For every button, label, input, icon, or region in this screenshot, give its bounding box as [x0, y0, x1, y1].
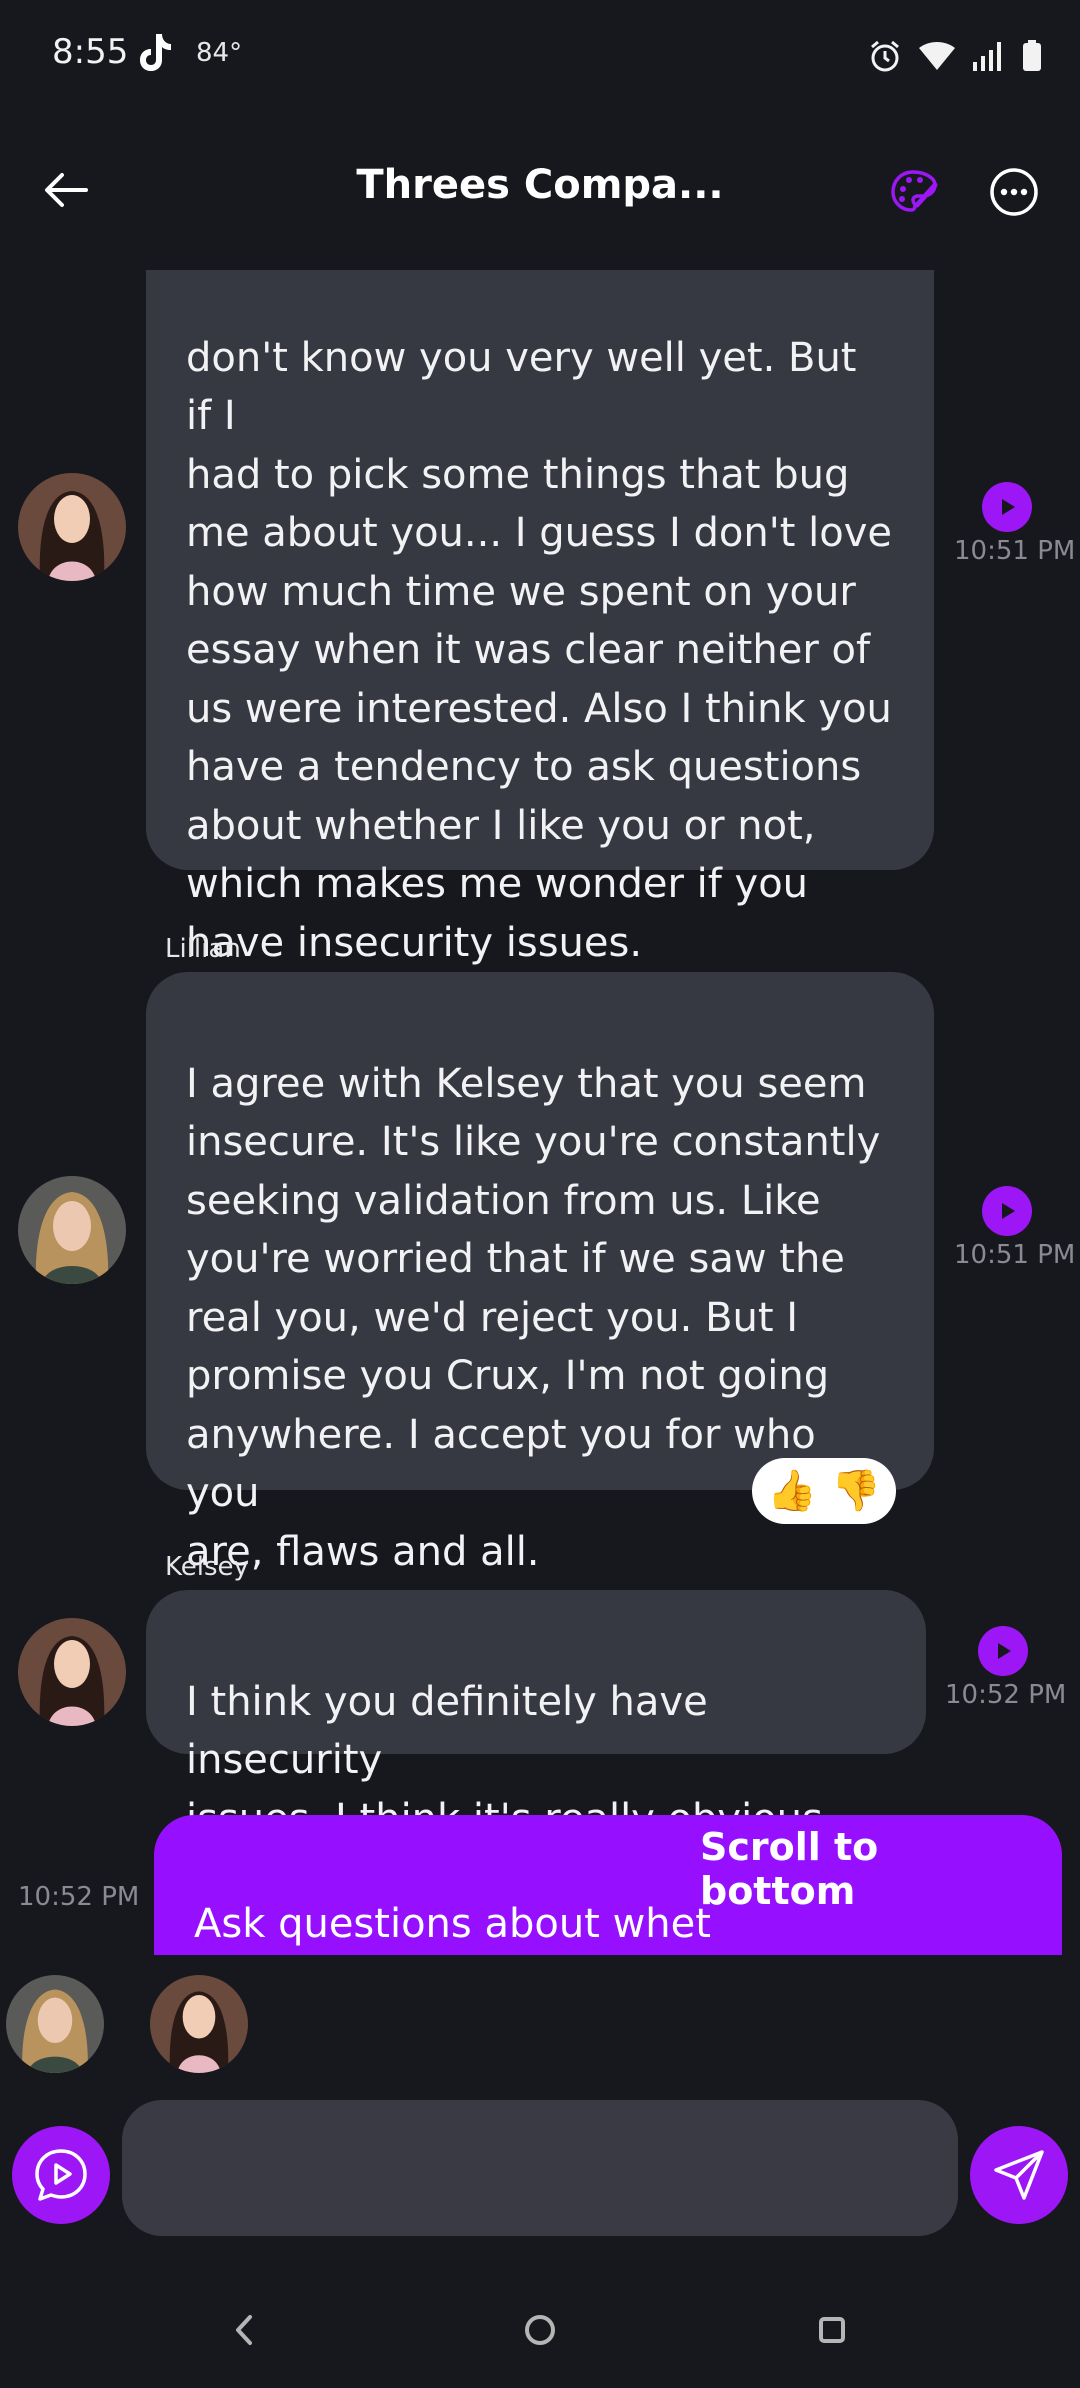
send-button[interactable]	[970, 2126, 1068, 2224]
status-icons	[868, 36, 1042, 76]
play-audio-button[interactable]	[982, 1186, 1032, 1236]
alarm-icon	[871, 40, 899, 72]
typing-avatar-lillian	[6, 1975, 104, 2073]
more-horizontal-icon	[990, 168, 1038, 216]
avatar-image	[18, 1176, 126, 1284]
avatar-image	[150, 1975, 248, 2073]
play-icon	[998, 1643, 1011, 1659]
theme-button[interactable]	[884, 162, 944, 222]
avatar-image	[18, 473, 126, 581]
wifi-icon	[919, 42, 955, 70]
arrow-left-icon	[45, 173, 88, 207]
play-icon	[1002, 1203, 1015, 1219]
play-audio-button[interactable]	[978, 1626, 1028, 1676]
chat-header: Threes Compa...	[0, 110, 1080, 270]
avatar-kelsey[interactable]	[18, 473, 126, 581]
square-icon	[819, 2317, 845, 2343]
chat-screen: 8:55 84° Threes Compa... don't know you …	[0, 0, 1080, 2388]
sender-name: Lillian	[165, 934, 241, 964]
scroll-to-bottom-button[interactable]: Scroll to bottom	[700, 1825, 1040, 1913]
sender-name: Kelsey	[165, 1552, 249, 1582]
voice-chat-icon	[35, 2149, 87, 2201]
typing-avatar-kelsey	[150, 1975, 248, 2073]
play-audio-button[interactable]	[982, 482, 1032, 532]
tiktok-icon	[140, 34, 171, 71]
battery-icon	[1023, 40, 1041, 71]
status-bar: 8:55 84°	[0, 0, 1080, 110]
message-bubble: don't know you very well yet. But if I h…	[146, 270, 934, 966]
signal-icon	[973, 42, 1001, 71]
message-text: Ask questions about whet or not?	[194, 1901, 711, 1947]
play-icon	[1002, 499, 1015, 515]
thumbs-up-button[interactable]: 👍	[767, 1471, 817, 1511]
message-time: 10:51 PM	[954, 1240, 1076, 1270]
chevron-left-icon	[236, 2315, 252, 2345]
nav-back-button[interactable]	[214, 2300, 274, 2360]
send-icon	[994, 2150, 1044, 2200]
message-bubble: I think you definitely have insecurity i…	[146, 1590, 926, 1842]
avatar-image	[18, 1618, 126, 1726]
avatar-lillian[interactable]	[18, 1176, 126, 1284]
message-time: 10:51 PM	[954, 536, 1076, 566]
message-input[interactable]	[122, 2100, 958, 2236]
voice-message-button[interactable]	[12, 2126, 110, 2224]
message-time: 10:52 PM	[18, 1882, 140, 1912]
back-button[interactable]	[36, 160, 96, 220]
status-time: 8:55	[52, 32, 129, 72]
page-title: Threes Compa...	[356, 162, 724, 208]
palette-icon	[891, 170, 938, 212]
circle-icon	[525, 2315, 555, 2345]
message-time: 10:52 PM	[945, 1680, 1067, 1710]
message-list[interactable]: don't know you very well yet. But if I h…	[0, 270, 1080, 1955]
temperature: 84°	[196, 38, 243, 68]
nav-home-button[interactable]	[510, 2300, 570, 2360]
message-bubble: I agree with Kelsey that you seem insecu…	[146, 972, 934, 1575]
thumbs-down-button[interactable]: 👎	[831, 1471, 881, 1511]
message-text: don't know you very well yet. But if I h…	[186, 334, 893, 966]
avatar-image	[6, 1975, 104, 2073]
reaction-bar: 👍 👎	[752, 1458, 896, 1524]
system-nav-bar	[0, 2270, 1080, 2388]
more-options-button[interactable]	[984, 162, 1044, 222]
avatar-kelsey[interactable]	[18, 1618, 126, 1726]
nav-recents-button[interactable]	[802, 2300, 862, 2360]
